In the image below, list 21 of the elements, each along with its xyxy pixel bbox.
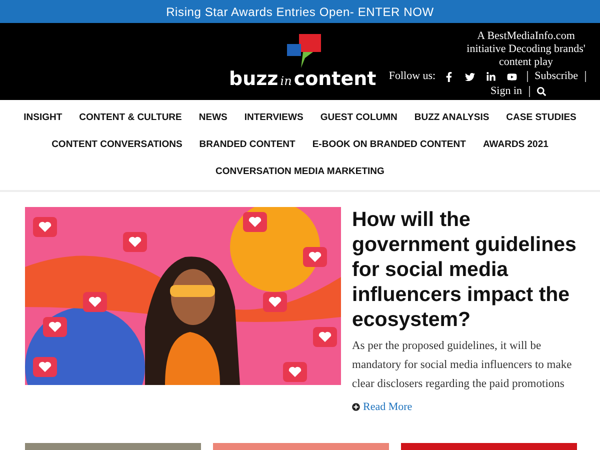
nav-link[interactable]: CONTENT CONVERSATIONS [52, 138, 182, 152]
nav-link[interactable]: GUEST COLUMN [320, 110, 398, 125]
logo-text[interactable]: buzz in content [229, 70, 376, 89]
sign-in-link[interactable]: Sign in [490, 85, 522, 98]
article-summary: As per the proposed guidelines, it will be mandatory for social media influencers to make clear disclosers regarding the paid promotions [352, 339, 573, 392]
nav-link[interactable]: E-BOOK ON BRANDED CONTENT [312, 138, 466, 152]
nav-link[interactable]: CONVERSATION MEDIA MARKETING [216, 165, 384, 180]
subscribe-link[interactable]: Subscribe [534, 70, 578, 83]
tagline: A BestMediaInfo.com initiative Decoding brands' content play [466, 30, 586, 69]
follow-label: Follow us: [388, 70, 436, 83]
nav-link[interactable]: INSIGHT [24, 110, 62, 125]
nav-link[interactable]: INTERVIEWS [244, 110, 304, 125]
nav-link[interactable]: NEWS [198, 110, 228, 125]
nav-link[interactable]: BRANDED CONTENT [199, 138, 296, 152]
nav-link[interactable]: BUZZ ANALYSIS [414, 110, 490, 125]
nav-link[interactable]: AWARDS 2021 [482, 138, 548, 152]
nav-link[interactable]: CASE STUDIES [506, 110, 576, 125]
nav-link[interactable]: CONTENT & CULTURE [79, 110, 182, 125]
read-more-link[interactable]: Read More [363, 399, 412, 416]
announcement-bar[interactable]: Rising Star Awards Entries Open- ENTER NOW [0, 0, 600, 23]
article-headline[interactable]: How will the government guidelines for social media influencers impact the ecosystem? [352, 207, 584, 332]
